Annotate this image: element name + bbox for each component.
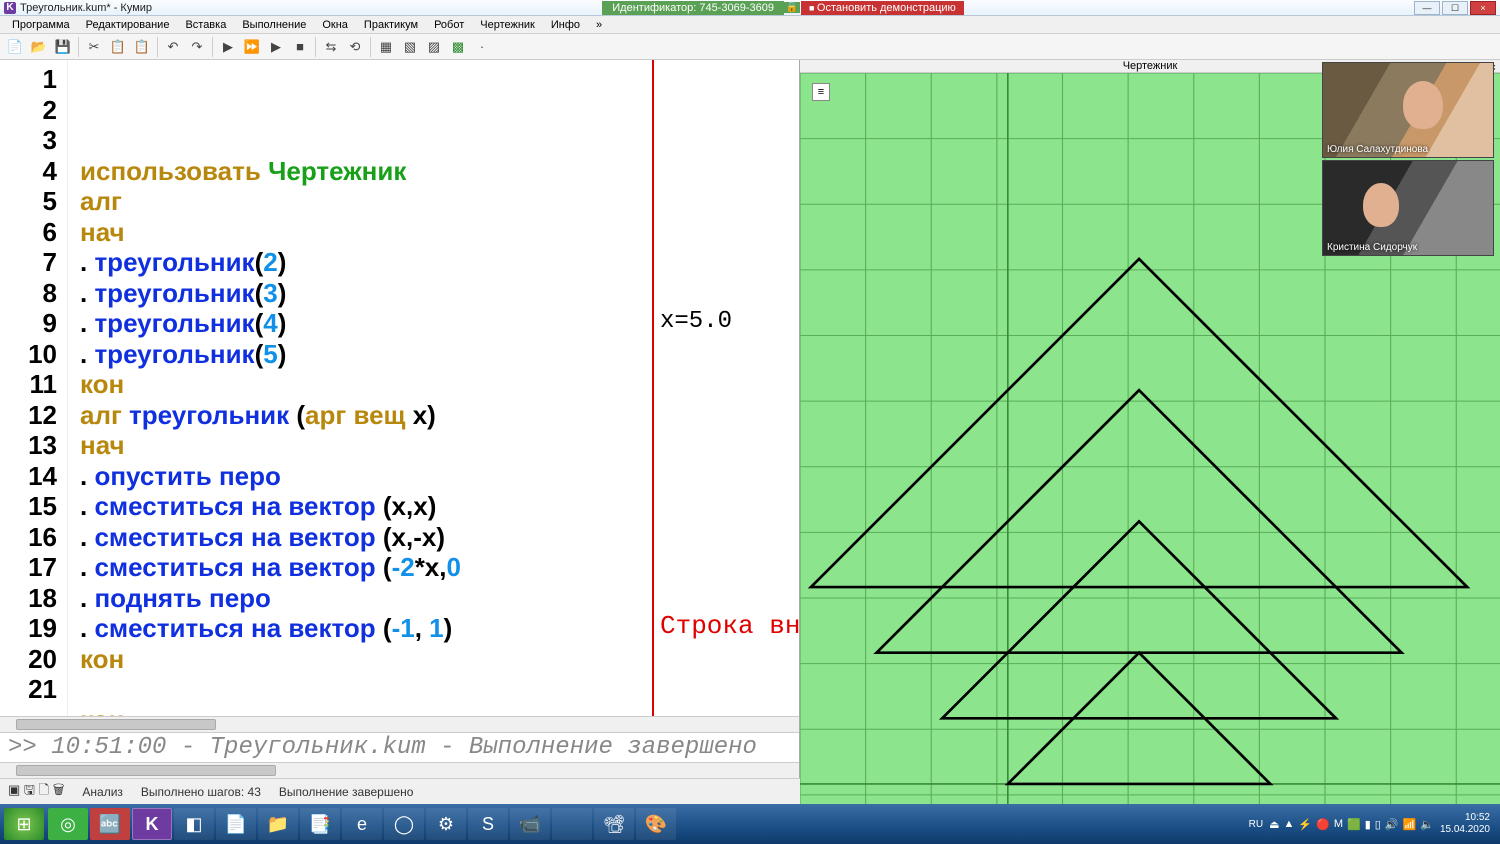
avatar (1363, 183, 1399, 227)
toolbar-button[interactable]: ▩ (447, 36, 469, 58)
toolbar-button[interactable]: ▨ (423, 36, 445, 58)
tray-icon[interactable]: ⚡ (1298, 818, 1312, 831)
system-tray: RU ⏏ ▲⚡ 🔴 M 🟩 ▮ ▯ 🔊 📶🔈 10:52 15.04.2020 (1249, 812, 1496, 836)
menu-программа[interactable]: Программа (4, 19, 78, 31)
menu-»[interactable]: » (588, 19, 610, 31)
avatar (1403, 81, 1443, 129)
tray-icon[interactable]: 🔴 (1316, 818, 1330, 831)
start-button[interactable]: ⊞ (4, 808, 44, 840)
tray-icon[interactable]: 🔈 (1420, 818, 1434, 831)
tray-clock[interactable]: 10:52 15.04.2020 (1440, 812, 1490, 836)
toolbar-button[interactable]: ▶ (217, 36, 239, 58)
status-steps: Выполнено шагов: 43 (141, 785, 261, 799)
toolbar-button[interactable]: ↶ (162, 36, 184, 58)
menu-практикум[interactable]: Практикум (356, 19, 426, 31)
console-h-scrollbar[interactable] (0, 762, 799, 778)
toolbar-button[interactable]: ✂ (83, 36, 105, 58)
stop-demo-button[interactable]: Остановить демонстрацию (801, 1, 964, 15)
status-icon[interactable]: 🗑 (53, 782, 65, 797)
taskbar-app[interactable] (552, 808, 592, 840)
taskbar-app[interactable]: 🔤 (90, 808, 130, 840)
menu-вставка[interactable]: Вставка (177, 19, 234, 31)
tray-icon[interactable]: M (1334, 818, 1343, 831)
tray-icon[interactable]: ▯ (1375, 818, 1381, 831)
taskbar-app[interactable]: 📑 (300, 808, 340, 840)
menu-робот[interactable]: Робот (426, 19, 472, 31)
toolbar-button[interactable]: 📋 (131, 36, 153, 58)
toolbar-button[interactable]: ↷ (186, 36, 208, 58)
editor-h-scrollbar[interactable] (0, 716, 799, 732)
demo-id-badge: Идентификатор: 745-3069-3609 (602, 1, 784, 15)
tray-icon[interactable]: ▲ (1284, 818, 1295, 831)
menu-чертежник[interactable]: Чертежник (472, 19, 543, 31)
tray-time: 10:52 (1440, 812, 1490, 824)
taskbar-app[interactable]: 📁 (258, 808, 298, 840)
toolbar-button[interactable]: 📋 (107, 36, 129, 58)
status-icon[interactable]: 🗋 (39, 782, 53, 797)
toolbar-button[interactable]: ▧ (399, 36, 421, 58)
tray-date: 15.04.2020 (1440, 824, 1490, 836)
canvas-menu-button[interactable]: ≡ (812, 83, 830, 101)
window-close-button[interactable]: × (1470, 1, 1496, 15)
toolbar-button[interactable]: ▶ (265, 36, 287, 58)
tray-icon[interactable]: ▮ (1365, 818, 1371, 831)
taskbar-app[interactable]: 📹 (510, 808, 550, 840)
output-console: >> 10:51:00 - Треугольник.kum - Выполнен… (0, 732, 799, 762)
demo-lock-icon: 🔒 (784, 2, 800, 13)
status-analysis[interactable]: Анализ (82, 785, 123, 799)
code-area[interactable]: использовать Чертежникалгнач. треугольни… (68, 60, 799, 716)
taskbar-app[interactable]: 📄 (216, 808, 256, 840)
toolbar-button[interactable]: ■ (289, 36, 311, 58)
taskbar-app[interactable]: ◧ (174, 808, 214, 840)
code-editor[interactable]: 123456789101112131415161718192021 исполь… (0, 60, 799, 716)
taskbar-app[interactable]: 🎨 (636, 808, 676, 840)
editor-pane: 123456789101112131415161718192021 исполь… (0, 60, 800, 778)
toolbar-button[interactable]: ⇆ (320, 36, 342, 58)
margin-ruler (652, 60, 654, 716)
menu-окна[interactable]: Окна (314, 19, 356, 31)
status-icon[interactable]: ▣ (8, 782, 24, 797)
window-titlebar: K Треугольник.kum* - Кумир Идентификатор… (0, 0, 1500, 16)
toolbar-button[interactable]: · (471, 36, 493, 58)
toolbar: 📄📂💾✂📋📋↶↷▶⏩▶■⇆⟲▦▧▨▩· (0, 34, 1500, 60)
toolbar-button[interactable]: ⟲ (344, 36, 366, 58)
participant-name: Кристина Сидорчук (1327, 242, 1417, 253)
taskbar-app[interactable]: ◯ (384, 808, 424, 840)
tray-icon[interactable]: 📶 (1403, 818, 1417, 831)
taskbar-app[interactable]: ◎ (48, 808, 88, 840)
toolbar-button[interactable]: ▦ (375, 36, 397, 58)
app-icon: K (4, 2, 16, 14)
tray-icon[interactable]: 🟩 (1347, 818, 1361, 831)
tray-lang[interactable]: RU (1249, 819, 1263, 830)
taskbar: ⊞ ◎🔤K◧📄📁📑e◯⚙S📹 📽🎨 RU ⏏ ▲⚡ 🔴 M 🟩 ▮ ▯ 🔊 📶🔈 10:52 15… (0, 804, 1500, 844)
scrollbar-thumb[interactable] (16, 719, 216, 730)
toolbar-button[interactable]: 📂 (28, 36, 50, 58)
menu-инфо[interactable]: Инфо (543, 19, 588, 31)
menu-редактирование[interactable]: Редактирование (78, 19, 178, 31)
window-title: Треугольник.kum* - Кумир (20, 2, 152, 14)
taskbar-app[interactable]: 📽 (594, 808, 634, 840)
taskbar-app[interactable]: e (342, 808, 382, 840)
window-minimize-button[interactable]: — (1414, 1, 1440, 15)
toolbar-button[interactable]: 💾 (52, 36, 74, 58)
status-icon[interactable]: 🖫 (24, 782, 39, 797)
line-number-gutter: 123456789101112131415161718192021 (0, 60, 68, 716)
tray-icon[interactable]: 🔊 (1385, 818, 1399, 831)
toolbar-button[interactable]: ⏩ (241, 36, 263, 58)
tray-icon[interactable]: ⏏ (1269, 818, 1279, 831)
participant-name: Юлия Салахутдинова (1327, 144, 1428, 155)
menu-выполнение[interactable]: Выполнение (234, 19, 314, 31)
status-done: Выполнение завершено (279, 785, 414, 799)
scrollbar-thumb[interactable] (16, 765, 276, 776)
toolbar-button[interactable]: 📄 (4, 36, 26, 58)
webcam-participant-1[interactable]: Юлия Салахутдинова (1322, 62, 1494, 158)
taskbar-app[interactable]: S (468, 808, 508, 840)
window-maximize-button[interactable]: ☐ (1442, 1, 1468, 15)
webcam-participant-2[interactable]: Кристина Сидорчук (1322, 160, 1494, 256)
drawer-title: Чертежник (1123, 60, 1178, 72)
taskbar-app[interactable]: ⚙ (426, 808, 466, 840)
menubar: ПрограммаРедактированиеВставкаВыполнение… (0, 16, 1500, 34)
taskbar-app[interactable]: K (132, 808, 172, 840)
